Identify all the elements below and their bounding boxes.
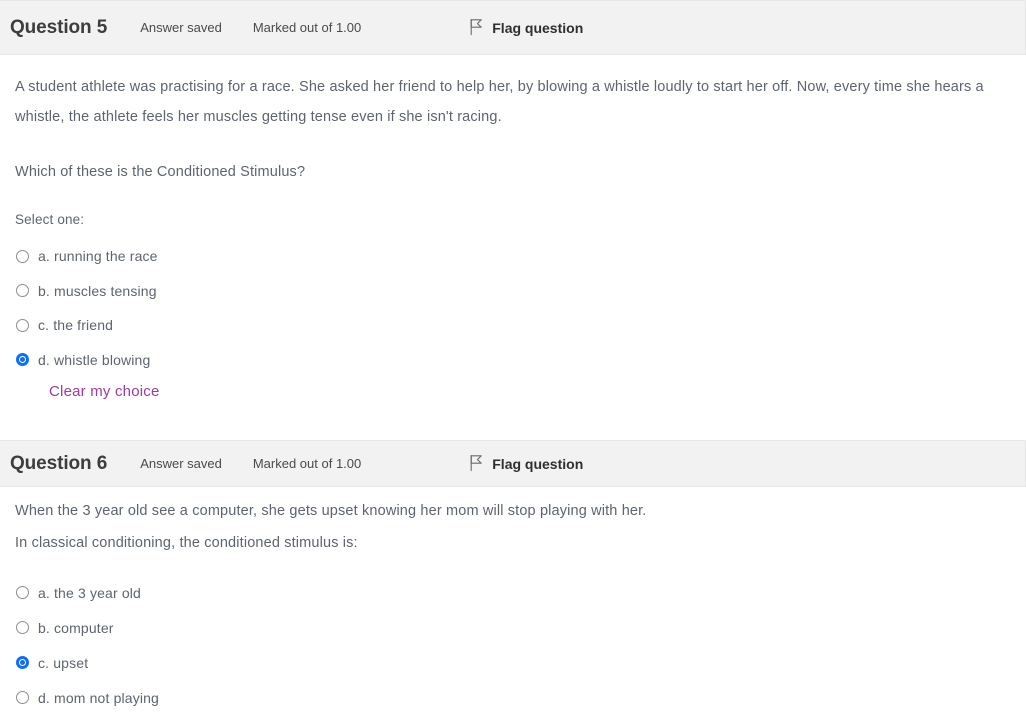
- flag-question-button-6[interactable]: Flag question: [468, 454, 584, 473]
- question-prompt-5: Which of these is the Conditioned Stimul…: [15, 164, 306, 180]
- radio-d-6[interactable]: [16, 691, 29, 704]
- answer-option-a-5[interactable]: a. running the race: [15, 239, 1012, 274]
- question-paragraph: In classical conditioning, the condition…: [15, 535, 358, 551]
- answer-label-d-5: d. whistle blowing: [38, 351, 151, 368]
- answer-label-c-6: c. upset: [38, 654, 89, 671]
- question-number-6: Question 6: [10, 452, 108, 474]
- question-header-5: Question 5 Answer saved Marked out of 1.…: [0, 0, 1026, 55]
- answer-label-b-6: b. computer: [38, 619, 114, 636]
- question-separator: [0, 400, 1026, 440]
- answer-list-6: a. the 3 year old b. computer c. upset d…: [15, 554, 1012, 715]
- radio-b-6[interactable]: [16, 621, 29, 634]
- question-text-5: A student athlete was practising for a r…: [15, 55, 1012, 132]
- radio-a-6[interactable]: [16, 586, 29, 599]
- radio-c-5[interactable]: [16, 318, 29, 332]
- question-state-6: Answer saved: [140, 456, 222, 471]
- answer-option-d-5[interactable]: d. whistle blowing: [15, 343, 1012, 378]
- question-state-5: Answer saved: [140, 20, 222, 35]
- answer-option-b-5[interactable]: b. muscles tensing: [15, 274, 1012, 309]
- flag-question-label-6: Flag question: [492, 455, 584, 472]
- answer-label-a-5: a. running the race: [38, 248, 158, 265]
- answer-option-b-6[interactable]: b. computer: [15, 610, 1012, 645]
- question-block-5: Question 5 Answer saved Marked out of 1.…: [0, 0, 1026, 400]
- question-paragraph: A student athlete was practising for a r…: [15, 79, 984, 125]
- answer-list-5: a. running the race b. muscles tensing c…: [15, 227, 1012, 377]
- answer-option-a-6[interactable]: a. the 3 year old: [15, 575, 1012, 610]
- answer-label-a-6: a. the 3 year old: [38, 584, 141, 601]
- answer-label-d-6: d. mom not playing: [38, 689, 159, 706]
- answer-label-b-5: b. muscles tensing: [38, 282, 157, 299]
- question-grade-5: Marked out of 1.00: [252, 20, 362, 35]
- question-paragraph: When the 3 year old see a computer, she …: [15, 503, 647, 519]
- flag-question-button-5[interactable]: Flag question: [468, 18, 584, 37]
- quiz-page: Question 5 Answer saved Marked out of 1.…: [0, 0, 1026, 715]
- answer-label-c-5: c. the friend: [38, 317, 114, 334]
- question-text-6: When the 3 year old see a computer, she …: [15, 487, 1012, 554]
- radio-b-5[interactable]: [16, 284, 29, 298]
- flag-icon: [468, 18, 484, 36]
- clear-my-choice-link-5[interactable]: Clear my choice: [15, 377, 160, 400]
- answer-option-d-6[interactable]: d. mom not playing: [15, 680, 1012, 715]
- flag-question-label-5: Flag question: [492, 19, 584, 36]
- question-content-6: When the 3 year old see a computer, she …: [0, 487, 1026, 715]
- answer-option-c-5[interactable]: c. the friend: [15, 308, 1012, 343]
- radio-a-5[interactable]: [16, 249, 29, 263]
- question-grade-6: Marked out of 1.00: [252, 456, 362, 471]
- radio-c-6[interactable]: [16, 656, 29, 669]
- question-number-5: Question 5: [10, 16, 108, 38]
- question-block-6: Question 6 Answer saved Marked out of 1.…: [0, 440, 1026, 715]
- answer-option-c-6[interactable]: c. upset: [15, 645, 1012, 680]
- question-header-6: Question 6 Answer saved Marked out of 1.…: [0, 440, 1026, 487]
- radio-d-5[interactable]: [16, 353, 29, 367]
- flag-icon: [468, 454, 484, 472]
- question-content-5: A student athlete was practising for a r…: [0, 55, 1026, 400]
- select-one-label-5: Select one:: [15, 212, 85, 227]
